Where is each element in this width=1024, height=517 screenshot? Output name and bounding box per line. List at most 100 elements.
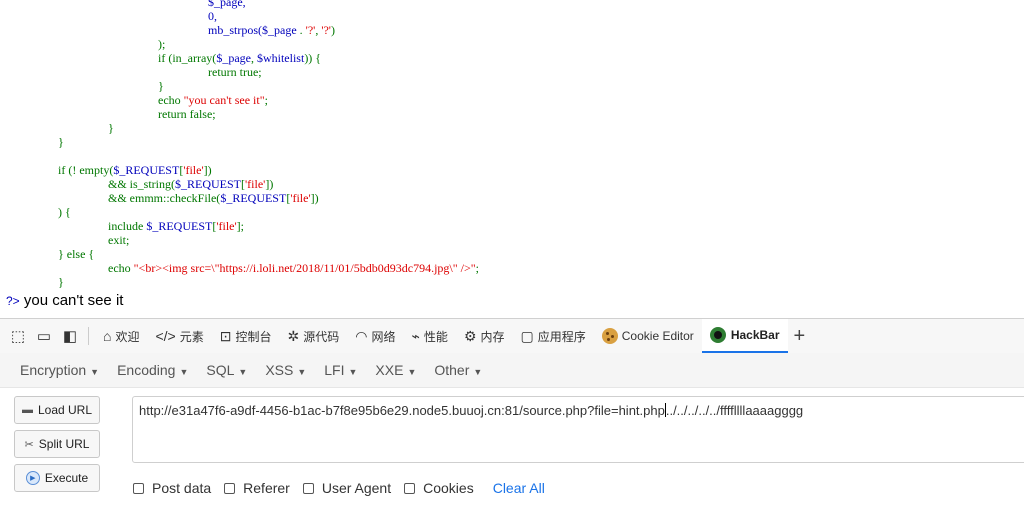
code-line: } [58,275,64,289]
code-token: && is_string( [108,177,176,191]
hackbar-menu: Encryption ▼ Encoding ▼ SQL ▼ XSS ▼ LFI ▼ XXE… [0,353,1024,388]
tab-label: 源代码 [303,329,340,344]
code-line: include $_REQUEST['file']; [108,219,244,233]
checkbox[interactable] [133,482,144,494]
code-line: mb_strpos($_page . '?', '?') [208,23,335,37]
tab-label: 性能 [423,329,448,344]
code-token: 'file' [216,219,237,233]
code-token: ]) [203,163,212,177]
tab-welcome[interactable]: ⌂ 欢迎 [95,319,147,353]
code-token: "<br><img src=\"https://i.loli.net/2018/… [133,261,476,275]
code-line: echo "you can't see it"; [158,93,268,107]
inspect-icon[interactable]: ⬚ [6,324,30,348]
request-options: Post data Referer User Agent Cookies Cle… [133,480,545,496]
user-agent-option[interactable]: User Agent [302,480,392,496]
tab-label: 应用程序 [537,329,586,344]
menu-label: Encoding [117,362,176,378]
menu-other[interactable]: Other ▼ [434,362,482,378]
tab-hackbar[interactable]: HackBar [701,319,788,353]
code-token: echo [158,93,184,107]
checkbox[interactable] [224,482,236,494]
code-token: ]) [310,191,319,205]
code-line: exit; [108,233,130,247]
menu-encryption[interactable]: Encryption ▼ [20,362,99,378]
tab-sources[interactable]: ✲ 源代码 [280,319,348,353]
code-token: $_page [216,51,251,65]
caret-down-icon: ▼ [238,367,248,377]
caret-down-icon: ▼ [179,367,189,377]
tab-application[interactable]: ▢ 应用程序 [513,319,594,353]
menu-lfi[interactable]: LFI ▼ [324,362,357,378]
output-message: you can't see it [23,292,124,309]
code-line: } [158,79,164,93]
option-label: Cookies [423,480,474,496]
caret-down-icon: ▼ [473,367,483,377]
menu-label: XSS [265,362,294,378]
option-label: Referer [243,480,290,496]
url-text-tail: ../../../../../ffffllllaaaagggg [665,403,804,418]
code-token: echo [108,261,134,275]
post-data-option[interactable]: Post data [133,480,211,496]
toolbar-divider [88,327,89,345]
code-token: 'file' [245,177,266,191]
code-token: mb_strpos( [208,23,262,37]
scissors-icon: ✂ [24,438,34,451]
url-input[interactable]: http://e31a47f6-a9df-4456-b1ac-b7f8e95b6… [132,396,1024,463]
menu-xss[interactable]: XSS ▼ [265,362,306,378]
code-token: . [296,23,306,37]
code-line: && emmm::checkFile($_REQUEST['file']) [108,191,319,205]
menu-sql[interactable]: SQL ▼ [206,362,247,378]
button-label: Split URL [38,437,90,451]
code-icon: </> [155,328,176,344]
dock-side-icon[interactable]: ◧ [58,324,82,348]
load-url-button[interactable]: ▬ Load URL [14,396,100,424]
device-toggle-icon[interactable]: ▭ [32,324,56,348]
tab-console[interactable]: ⊡ 控制台 [212,319,280,353]
tab-label: HackBar [730,328,780,342]
add-tab-icon[interactable]: + [794,325,806,348]
code-token: '?' [305,23,316,37]
code-token: ]; [236,219,244,233]
clear-all-link[interactable]: Clear All [493,480,545,496]
performance-icon: ⌁ [411,327,420,344]
code-token: $whitelist [256,51,305,65]
caret-down-icon: ▼ [407,367,417,377]
menu-encoding[interactable]: Encoding ▼ [117,362,188,378]
code-token: $_REQUEST [220,191,287,205]
menu-xxe[interactable]: XXE ▼ [375,362,416,378]
option-label: User Agent [321,480,392,496]
code-line: if (in_array($_page, $whitelist)) { [158,51,321,65]
checkbox[interactable] [404,482,416,494]
tab-label: 内存 [480,329,505,344]
menu-label: Encryption [20,362,87,378]
code-token: if (! empty( [58,163,114,177]
code-token: $_REQUEST [113,163,180,177]
tab-cookie-editor[interactable]: Cookie Editor [594,319,702,353]
wifi-icon: ◠ [355,327,368,344]
button-label: Load URL [37,403,93,417]
execute-button[interactable]: ▶ Execute [14,464,100,492]
code-line: ) { [58,205,71,219]
load-icon: ▬ [21,404,33,416]
code-token: $_page [262,23,297,37]
code-token: "you can't see it" [183,93,265,107]
code-line: } else { [58,247,95,261]
tab-performance[interactable]: ⌁ 性能 [403,319,455,353]
referer-option[interactable]: Referer [224,480,290,496]
code-token: ; [264,93,268,107]
tab-elements[interactable]: </> 元素 [147,319,211,353]
code-token: && emmm::checkFile( [108,191,221,205]
tab-label: 欢迎 [115,329,140,344]
tab-network[interactable]: ◠ 网络 [347,319,403,353]
checkbox[interactable] [302,482,314,494]
tab-memory[interactable]: ⚙ 内存 [456,319,513,353]
code-token: $_REQUEST [146,219,213,233]
code-token: if (in_array( [158,51,217,65]
code-token: )) { [304,51,322,65]
split-url-button[interactable]: ✂ Split URL [14,430,100,458]
menu-label: Other [434,362,470,378]
tab-label: 网络 [371,329,396,344]
code-token: ) [330,23,335,37]
code-line: return true; [208,65,262,79]
cookies-option[interactable]: Cookies [404,480,474,496]
